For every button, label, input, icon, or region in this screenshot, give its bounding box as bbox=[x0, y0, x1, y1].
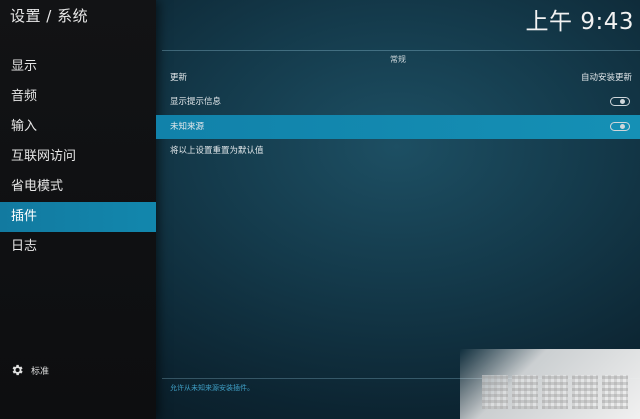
sidebar-item-logging[interactable]: 日志 bbox=[0, 232, 156, 262]
setting-label: 更新 bbox=[170, 73, 188, 83]
setting-label: 未知来源 bbox=[170, 122, 205, 132]
toggle-knob bbox=[620, 99, 625, 104]
setting-row-show-notifications[interactable]: 显示提示信息 bbox=[156, 90, 640, 114]
setting-label: 将以上设置重置为默认值 bbox=[170, 146, 264, 156]
sidebar-item-input[interactable]: 输入 bbox=[0, 112, 156, 142]
settings-panel: 常规 更新 自动安装更新 显示提示信息 未知来源 将以上设置重置为默认值 允许从… bbox=[156, 48, 640, 396]
setting-row-updates[interactable]: 更新 自动安装更新 bbox=[156, 66, 640, 90]
settings-level-label: 标准 bbox=[31, 366, 50, 377]
sidebar-item-addons[interactable]: 插件 bbox=[0, 202, 156, 232]
sidebar: 设置 / 系统 显示 音频 输入 互联网访问 省电模式 插件 日志 标准 bbox=[0, 0, 156, 419]
clock: 上午 9:43 bbox=[525, 9, 634, 35]
breadcrumb: 设置 / 系统 bbox=[10, 7, 89, 25]
setting-row-unknown-sources[interactable]: 未知来源 bbox=[156, 115, 640, 139]
sidebar-item-internet-access[interactable]: 互联网访问 bbox=[0, 142, 156, 172]
setting-label: 显示提示信息 bbox=[170, 97, 222, 107]
sidebar-item-display[interactable]: 显示 bbox=[0, 52, 156, 82]
section-header: 常规 bbox=[390, 55, 406, 64]
gear-icon bbox=[10, 363, 24, 377]
divider bbox=[162, 378, 640, 379]
settings-screen: 设置 / 系统 显示 音频 输入 互联网访问 省电模式 插件 日志 标准 上午 … bbox=[0, 0, 640, 419]
sidebar-menu: 显示 音频 输入 互联网访问 省电模式 插件 日志 bbox=[0, 52, 156, 262]
toggle-switch[interactable] bbox=[610, 122, 630, 131]
divider bbox=[162, 50, 640, 51]
settings-level-button[interactable]: 标准 bbox=[10, 363, 49, 377]
help-text: 允许从未知来源安装插件。 bbox=[170, 384, 254, 392]
setting-value: 自动安装更新 bbox=[580, 73, 632, 83]
toggle-switch[interactable] bbox=[610, 97, 630, 106]
sidebar-item-audio[interactable]: 音频 bbox=[0, 82, 156, 112]
toggle-knob bbox=[620, 124, 625, 129]
sidebar-item-power-saving[interactable]: 省电模式 bbox=[0, 172, 156, 202]
setting-row-reset-defaults[interactable]: 将以上设置重置为默认值 bbox=[156, 139, 640, 163]
